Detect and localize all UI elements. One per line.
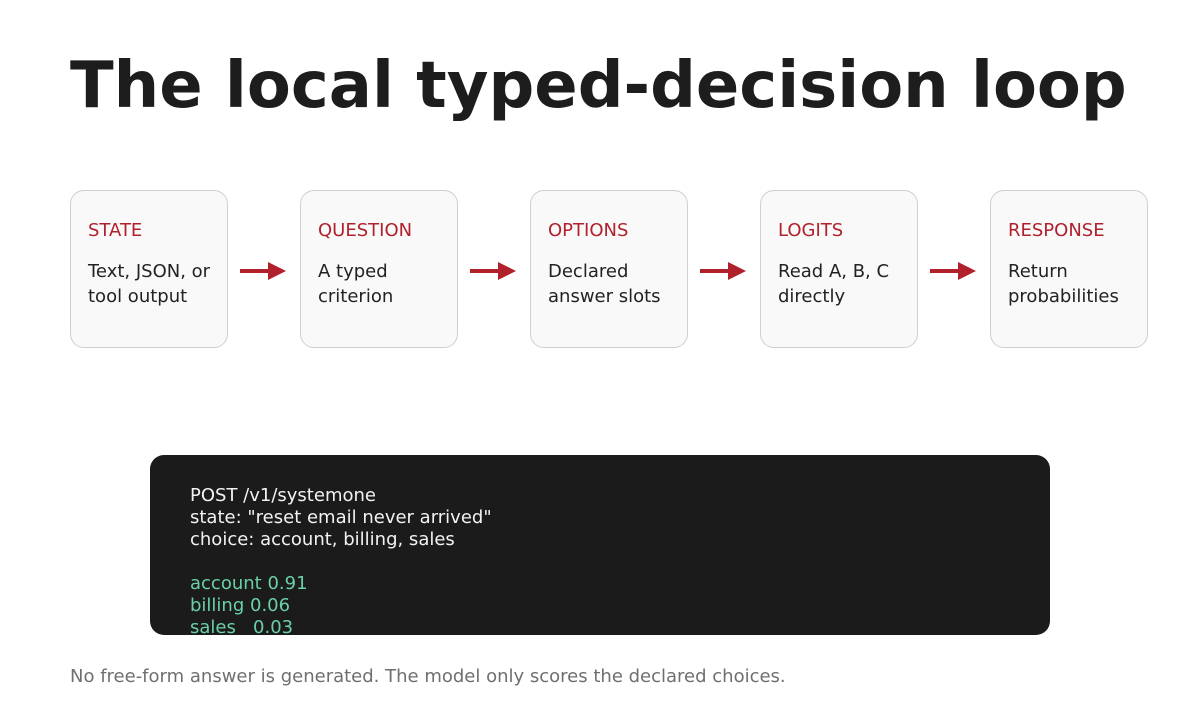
result-label: billing <box>190 595 245 616</box>
step-description: Return probabilities <box>1008 261 1119 307</box>
request-line: choice: account, billing, sales <box>190 529 455 550</box>
result-score: 0.06 <box>250 595 291 616</box>
result-label: sales <box>190 617 236 635</box>
result-line: sales 0.03 <box>190 617 1050 635</box>
step-label: RESPONSE <box>1008 220 1105 241</box>
step-label: STATE <box>88 220 143 241</box>
request-line: POST /v1/systemone <box>190 485 376 506</box>
step-description: A typed criterion <box>318 261 394 307</box>
request-line: state: "reset email never arrived" <box>190 507 492 528</box>
step-question: QUESTION A typed criterion <box>300 190 458 348</box>
result-line: billing 0.06 <box>190 595 1050 617</box>
result-line: account 0.91 <box>190 573 1050 595</box>
result-score: 0.91 <box>267 573 308 594</box>
step-state: STATE Text, JSON, or tool output <box>70 190 228 348</box>
code-example-panel: POST /v1/systemone state: "reset email n… <box>150 455 1050 635</box>
step-label: OPTIONS <box>548 220 629 241</box>
footnote: No free-form answer is generated. The mo… <box>70 666 786 687</box>
step-logits: LOGITS Read A, B, C directly <box>760 190 918 348</box>
result-label: account <box>190 573 262 594</box>
step-response: RESPONSE Return probabilities <box>990 190 1148 348</box>
step-label: QUESTION <box>318 220 413 241</box>
right-arrow-icon <box>470 262 516 280</box>
right-arrow-icon <box>700 262 746 280</box>
right-arrow-icon <box>930 262 976 280</box>
step-label: LOGITS <box>778 220 844 241</box>
step-description: Text, JSON, or tool output <box>88 261 211 307</box>
step-description: Declared answer slots <box>548 261 661 307</box>
page-title: The local typed-decision loop <box>70 49 1127 123</box>
result-score: 0.03 <box>253 617 294 635</box>
right-arrow-icon <box>240 262 286 280</box>
step-options: OPTIONS Declared answer slots <box>530 190 688 348</box>
step-description: Read A, B, C directly <box>778 261 890 307</box>
